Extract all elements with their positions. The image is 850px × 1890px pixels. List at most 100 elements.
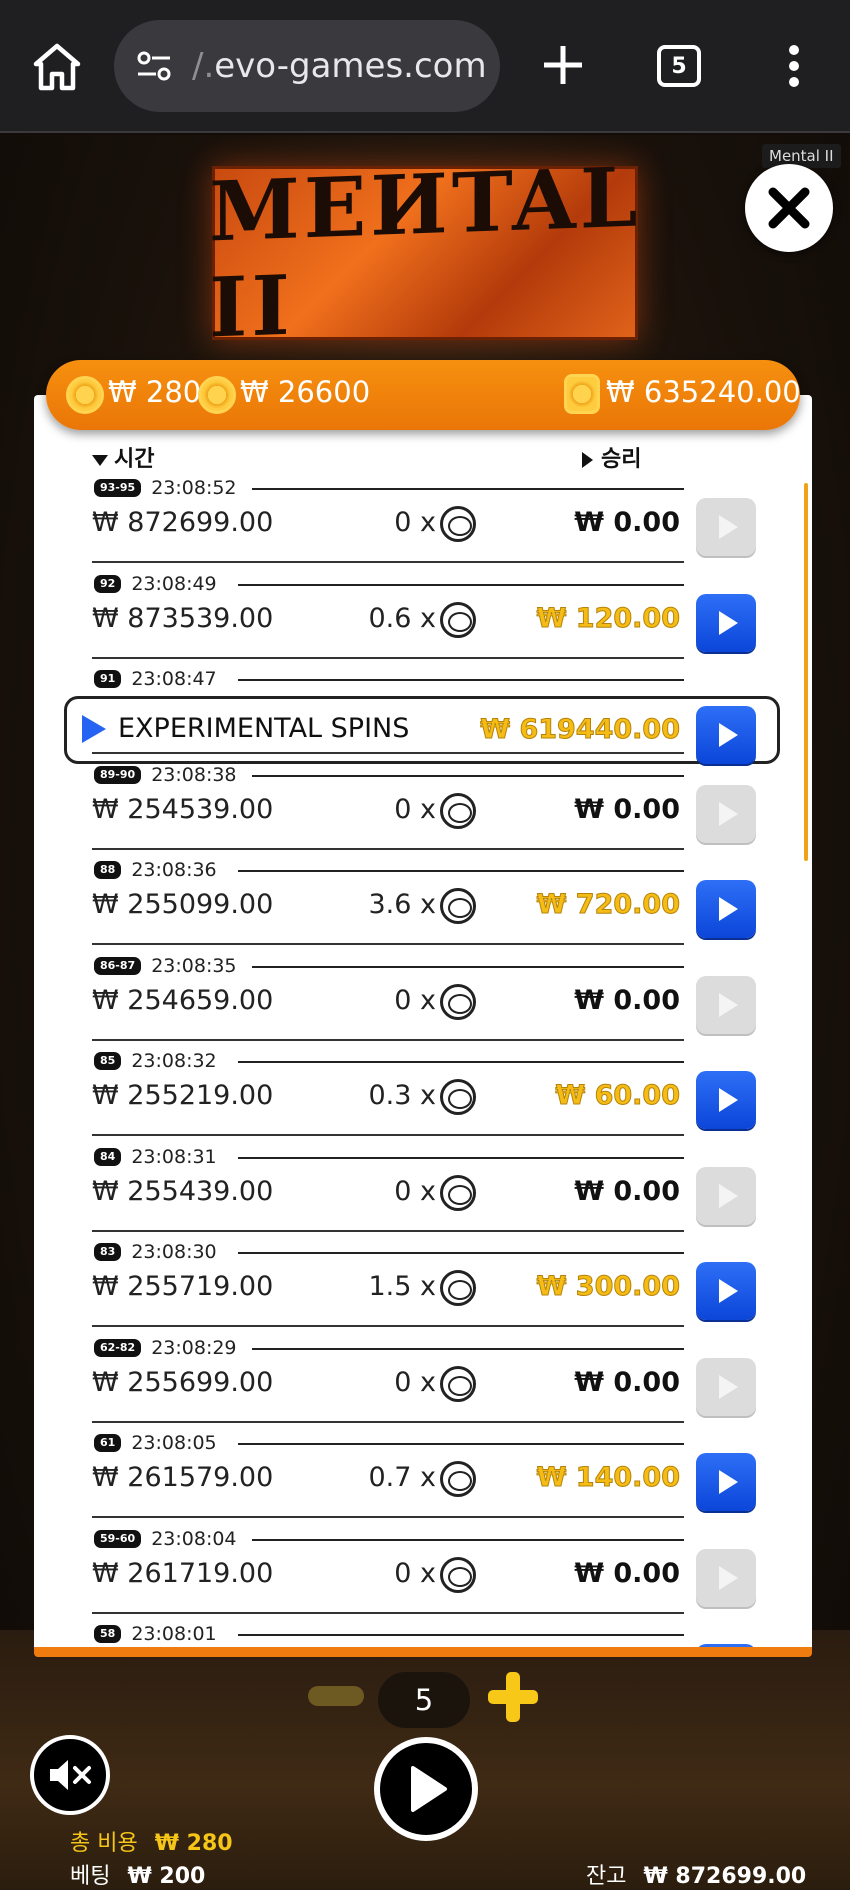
- row-meta: 91 23:08:47: [94, 668, 217, 690]
- history-panel[interactable]: 시간 승리 93-95 23:08:52 ₩ 872699.00 0 x ₩ 0.00 9…: [34, 395, 812, 1657]
- browser-toolbar: /.evo-games.com 5: [0, 0, 850, 133]
- row-balance: ₩ 255719.00: [92, 1271, 274, 1302]
- sound-toggle-button[interactable]: [30, 1735, 110, 1815]
- row-win: ₩ 140.00: [536, 1462, 680, 1494]
- home-icon[interactable]: [30, 40, 84, 94]
- row-separator: [92, 752, 684, 754]
- game-logo: MEИTAL II: [209, 149, 642, 356]
- sort-down-icon: [92, 454, 108, 466]
- replay-button[interactable]: [696, 1357, 756, 1416]
- row-balance: ₩ 255439.00: [92, 1175, 274, 1207]
- feature-round-row[interactable]: 91 23:08:47 EXPERIMENTAL SPINS ₩ 619440.00: [34, 668, 812, 764]
- row-time: 23:08:04: [151, 1527, 237, 1550]
- history-row[interactable]: 88 23:08:36 ₩ 255099.00 3.6 x ₩ 720.00: [34, 859, 812, 955]
- replay-button[interactable]: [696, 1071, 756, 1129]
- row-divider: [252, 1347, 684, 1350]
- replay-button[interactable]: [696, 498, 756, 556]
- row-meta: 85 23:08:32: [94, 1050, 217, 1072]
- row-balance: ₩ 255099.00: [92, 889, 274, 920]
- bet-label: 베팅: [70, 1864, 111, 1889]
- row-win: ₩ 0.00: [574, 1366, 680, 1398]
- site-settings-icon[interactable]: [134, 46, 174, 86]
- history-row[interactable]: 93-95 23:08:52 ₩ 872699.00 0 x ₩ 0.00: [34, 477, 812, 573]
- replay-button[interactable]: [696, 1548, 756, 1607]
- row-separator: [92, 1229, 684, 1232]
- address-bar[interactable]: /.evo-games.com: [114, 20, 500, 112]
- row-time: 23:08:52: [151, 477, 237, 499]
- replay-button[interactable]: [696, 784, 756, 843]
- round-tag: 89-90: [94, 765, 142, 784]
- win-column-label: 승리: [601, 447, 642, 472]
- bet-increase-button[interactable]: [484, 1668, 542, 1726]
- round-tag: 85: [94, 1052, 122, 1070]
- play-icon: [719, 515, 738, 539]
- replay-button[interactable]: [696, 1644, 756, 1647]
- row-win: ₩ 120.00: [536, 602, 680, 634]
- row-balance: ₩ 261579.00: [92, 1462, 274, 1493]
- round-tag: 92: [94, 574, 122, 593]
- history-row[interactable]: 62-82 23:08:29 ₩ 255699.00 0 x ₩ 0.00: [34, 1337, 812, 1433]
- bet-decrease-button[interactable]: [308, 1686, 364, 1706]
- win-column-header[interactable]: 승리: [582, 441, 641, 473]
- bet-value: ₩ 200: [127, 1864, 206, 1889]
- history-row[interactable]: 59-60 23:08:04 ₩ 261719.00 0 x ₩ 0.00: [34, 1528, 812, 1624]
- replay-button[interactable]: [696, 975, 756, 1034]
- replay-button[interactable]: [696, 1453, 756, 1511]
- round-tag: 83: [94, 1243, 122, 1261]
- time-column-label: 시간: [114, 447, 155, 472]
- row-meta: 61 23:08:05: [94, 1432, 217, 1454]
- row-time: 23:08:30: [131, 1241, 217, 1263]
- close-history-button[interactable]: [745, 164, 833, 252]
- history-row[interactable]: 84 23:08:31 ₩ 255439.00 0 x ₩ 0.00: [34, 1146, 812, 1242]
- replay-button[interactable]: [696, 1262, 756, 1320]
- row-win: ₩ 60.00: [555, 1080, 681, 1112]
- replay-button[interactable]: [696, 593, 756, 652]
- play-icon: [719, 897, 738, 921]
- row-time: 23:08:29: [151, 1336, 237, 1359]
- history-row[interactable]: 89-90 23:08:38 ₩ 254539.00 0 x ₩ 0.00: [34, 764, 812, 860]
- balance-label: 잔고: [586, 1864, 627, 1889]
- history-row[interactable]: 85 23:08:32 ₩ 255219.00 0.3 x ₩ 60.00: [34, 1050, 812, 1146]
- history-row[interactable]: 83 23:08:30 ₩ 255719.00 1.5 x ₩ 300.00: [34, 1241, 812, 1337]
- row-multiplier: 0 x: [394, 507, 436, 538]
- row-divider: [252, 488, 684, 490]
- replay-button[interactable]: [696, 1166, 756, 1225]
- replay-button[interactable]: [696, 706, 756, 764]
- bet-level-value: 5: [378, 1672, 470, 1728]
- play-icon: [719, 801, 738, 826]
- row-divider: [238, 1634, 684, 1636]
- replay-button[interactable]: [696, 880, 756, 938]
- row-separator: [92, 656, 684, 659]
- round-tag: 93-95: [94, 479, 142, 497]
- tab-switcher-button[interactable]: 5: [657, 45, 701, 87]
- row-meta: 93-95 23:08:52: [94, 477, 237, 499]
- row-multiplier: 0.6 x: [368, 602, 437, 634]
- play-icon: [411, 1766, 447, 1812]
- new-tab-icon[interactable]: [538, 40, 588, 90]
- row-win: ₩ 0.00: [574, 507, 680, 538]
- row-balance: ₩ 254659.00: [92, 984, 274, 1016]
- row-win: ₩ 0.00: [574, 793, 680, 825]
- row-separator: [92, 1325, 684, 1327]
- history-row[interactable]: 61 23:08:05 ₩ 261579.00 0.7 x ₩ 140.00: [34, 1432, 812, 1528]
- row-balance: ₩ 254539.00: [92, 793, 274, 825]
- round-tag: 62-82: [94, 1338, 142, 1357]
- round-tag: 61: [94, 1434, 122, 1452]
- round-tag: 58: [94, 1625, 122, 1643]
- balance-value: ₩ 872699.00: [643, 1864, 807, 1889]
- coin-chip-icon: [440, 792, 476, 829]
- spin-button[interactable]: [374, 1737, 478, 1841]
- coin-chip-icon: [440, 1079, 476, 1115]
- row-divider: [238, 1156, 684, 1159]
- history-row[interactable]: 86-87 23:08:35 ₩ 254659.00 0 x ₩ 0.00: [34, 955, 812, 1051]
- play-icon: [719, 723, 738, 747]
- more-menu-icon[interactable]: [784, 44, 804, 88]
- history-row[interactable]: 92 23:08:49 ₩ 873539.00 0.6 x ₩ 120.00: [34, 573, 812, 669]
- row-time: 23:08:32: [131, 1050, 217, 1072]
- history-row[interactable]: 58 23:08:01: [34, 1623, 812, 1647]
- row-balance: ₩ 255219.00: [92, 1080, 274, 1111]
- round-tag: 88: [94, 861, 122, 879]
- coin-icon: [198, 376, 236, 414]
- time-column-header[interactable]: 시간: [92, 441, 154, 473]
- row-multiplier: 0 x: [394, 1366, 436, 1398]
